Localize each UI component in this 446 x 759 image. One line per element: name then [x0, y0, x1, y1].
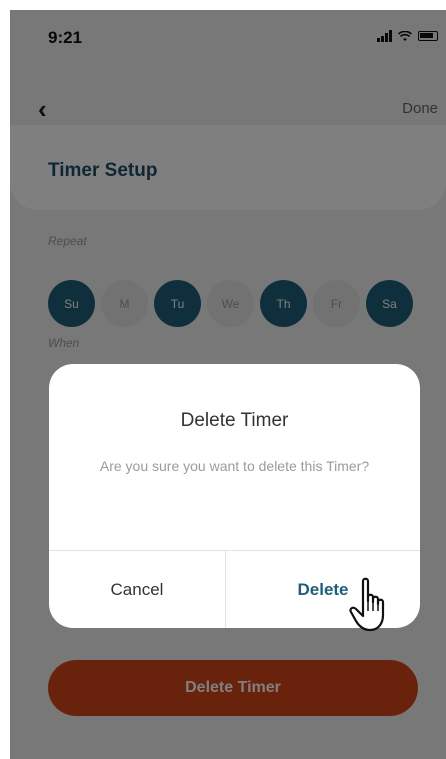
- phone-screen: 9:21 ‹ Done Timer Setup Repeat Su M Tu W…: [10, 10, 446, 759]
- dialog-message: Are you sure you want to delete this Tim…: [99, 458, 370, 474]
- pointer-hand-icon: [349, 577, 385, 632]
- dialog-title: Delete Timer: [180, 410, 289, 431]
- cancel-button[interactable]: Cancel: [49, 551, 225, 628]
- left-border: [0, 0, 10, 759]
